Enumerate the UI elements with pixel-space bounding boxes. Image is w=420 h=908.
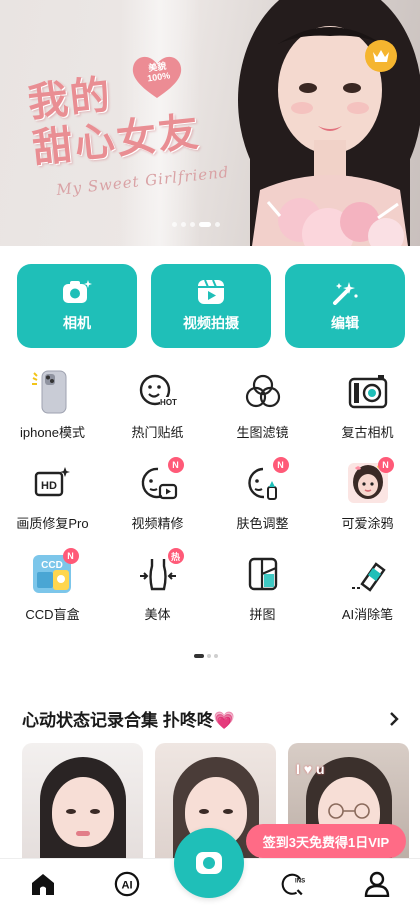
nav-profile[interactable] bbox=[364, 871, 390, 897]
hd-enhance-icon: HD bbox=[34, 467, 70, 497]
new-badge: N bbox=[62, 548, 79, 564]
card-portrait-eye bbox=[199, 809, 209, 814]
camera-icon bbox=[63, 280, 92, 303]
hero-banner[interactable]: 美貌100% 我的 甜心女友 My Sweet Girlfriend bbox=[0, 0, 420, 246]
camera-button[interactable]: 相机 bbox=[17, 264, 137, 348]
svg-text:HOT: HOT bbox=[160, 398, 177, 407]
nav-ai[interactable]: AI bbox=[114, 871, 140, 897]
card-portrait-face bbox=[52, 777, 114, 847]
tool-video-retouch[interactable]: N 视频精修 bbox=[105, 457, 210, 552]
svg-text:CCD: CCD bbox=[41, 560, 63, 571]
edit-button[interactable]: 编辑 bbox=[285, 264, 405, 348]
tool-label: 热门贴纸 bbox=[131, 425, 184, 440]
banner-dot[interactable] bbox=[181, 222, 186, 227]
tool-grid-pagination bbox=[194, 654, 218, 658]
collection-card[interactable] bbox=[22, 743, 143, 873]
tool-ai-eraser[interactable]: AI消除笔 bbox=[315, 552, 420, 643]
retro-camera-icon bbox=[348, 375, 387, 409]
quick-actions: 相机 视频拍摄 编辑 bbox=[17, 264, 405, 348]
collection-section-header[interactable]: 心动状态记录合集 扑咚咚💗 bbox=[22, 706, 400, 731]
video-shoot-button[interactable]: 视频拍摄 bbox=[151, 264, 271, 348]
tool-filter[interactable]: 生图滤镜 bbox=[210, 370, 315, 461]
collage-icon bbox=[248, 557, 277, 591]
tool-grid: iphone模式 HOT 热门贴纸 生图滤镜 复古相机 HD 画质修复Pro N… bbox=[0, 370, 420, 643]
banner-title: 我的 甜心女友 bbox=[26, 60, 235, 172]
vip-crown-button[interactable] bbox=[365, 40, 397, 72]
new-badge: N bbox=[167, 457, 184, 473]
tool-label: 复古相机 bbox=[341, 425, 394, 440]
crown-icon bbox=[373, 50, 389, 62]
camera-icon bbox=[196, 852, 222, 874]
tool-label: 视频精修 bbox=[131, 516, 184, 531]
tool-cute-doodle[interactable]: N 可爱涂鸦 bbox=[315, 457, 420, 552]
video-play-icon bbox=[198, 279, 224, 304]
tool-retro-camera[interactable]: 复古相机 bbox=[315, 370, 420, 461]
tool-collage[interactable]: 拼图 bbox=[210, 552, 315, 643]
tool-label: 拼图 bbox=[249, 607, 276, 622]
svg-text:HD: HD bbox=[41, 480, 57, 492]
card-portrait-eye bbox=[66, 809, 76, 814]
nav-camera-button[interactable] bbox=[174, 828, 244, 898]
video-shoot-button-label: 视频拍摄 bbox=[183, 315, 239, 331]
glasses-icon bbox=[328, 803, 370, 819]
tool-hd-enhance[interactable]: HD 画质修复Pro bbox=[0, 461, 105, 552]
camera-button-label: 相机 bbox=[63, 315, 91, 331]
pager-dot-active[interactable] bbox=[194, 654, 204, 658]
pager-dot[interactable] bbox=[207, 654, 211, 658]
tool-label: 生图滤镜 bbox=[236, 425, 289, 440]
tool-body-shape[interactable]: 热 美体 bbox=[105, 548, 210, 643]
iphone-icon bbox=[31, 370, 66, 414]
edit-button-label: 编辑 bbox=[331, 315, 359, 331]
hot-sticker-icon: HOT bbox=[139, 374, 177, 407]
banner-dot[interactable] bbox=[215, 222, 220, 227]
profile-icon bbox=[364, 871, 390, 897]
collection-section-title: 心动状态记录合集 扑咚咚💗 bbox=[22, 711, 235, 730]
ai-icon: AI bbox=[114, 871, 139, 896]
filter-circles-icon bbox=[245, 374, 280, 408]
pager-dot[interactable] bbox=[214, 654, 218, 658]
tool-label: CCD盲盒 bbox=[25, 607, 80, 622]
tool-label: 画质修复Pro bbox=[16, 516, 89, 531]
main-content: 相机 视频拍摄 编辑 iphone模式 HOT 热门贴纸 生图滤镜 复古相机 H… bbox=[0, 246, 420, 908]
banner-dot[interactable] bbox=[190, 222, 195, 227]
tool-label: 肤色调整 bbox=[236, 516, 289, 531]
home-icon bbox=[32, 873, 54, 895]
banner-dot[interactable] bbox=[172, 222, 177, 227]
tool-iphone-mode[interactable]: iphone模式 bbox=[0, 370, 105, 461]
card-portrait-lip bbox=[76, 831, 90, 836]
nav-ins[interactable]: INS bbox=[281, 871, 307, 897]
ai-eraser-icon bbox=[351, 562, 386, 592]
new-badge: N bbox=[272, 457, 289, 473]
card-portrait-eye bbox=[90, 809, 100, 814]
card-overlay-text: I ♥ u bbox=[296, 761, 325, 777]
svg-text:INS: INS bbox=[295, 878, 305, 884]
chevron-right-icon[interactable] bbox=[388, 711, 400, 727]
vip-checkin-tooltip[interactable]: 签到3天免费得1日VIP bbox=[246, 824, 406, 864]
banner-pagination bbox=[172, 222, 220, 227]
ins-search-icon: INS bbox=[281, 873, 305, 895]
banner-dot-active[interactable] bbox=[199, 222, 211, 227]
tool-ccd-blind-box[interactable]: CCD N CCD盲盒 bbox=[0, 548, 105, 643]
tool-label: 可爱涂鸦 bbox=[341, 516, 394, 531]
banner-portrait-illustration bbox=[238, 0, 420, 246]
hot-badge: 热 bbox=[167, 548, 184, 564]
tool-label: AI消除笔 bbox=[341, 607, 394, 622]
new-badge: N bbox=[377, 457, 394, 473]
nav-home[interactable] bbox=[30, 871, 56, 897]
magic-wand-icon bbox=[333, 282, 358, 305]
svg-text:AI: AI bbox=[121, 879, 132, 891]
tool-skin-tone[interactable]: N 肤色调整 bbox=[210, 457, 315, 552]
card-portrait-eye bbox=[223, 809, 233, 814]
tool-label: iphone模式 bbox=[19, 425, 86, 440]
tool-label: 美体 bbox=[144, 607, 171, 622]
tool-hot-sticker[interactable]: HOT 热门贴纸 bbox=[105, 370, 210, 461]
